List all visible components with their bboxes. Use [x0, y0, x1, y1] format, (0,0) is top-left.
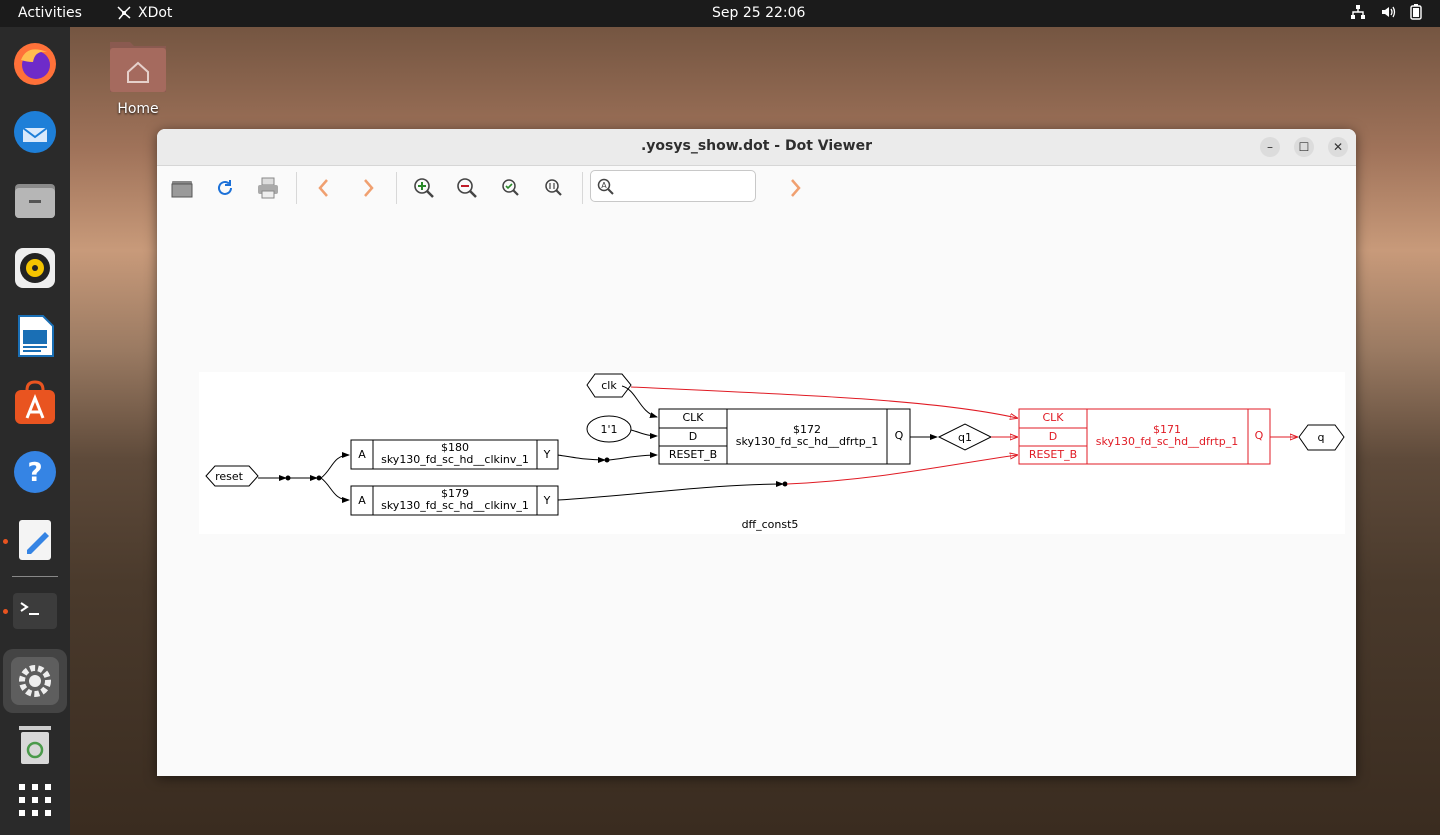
chevron-left-icon	[318, 179, 328, 197]
close-button[interactable]: ✕	[1328, 137, 1348, 157]
firefox-icon[interactable]	[11, 40, 59, 88]
cell-171-port-reset: RESET_B	[1029, 448, 1077, 461]
print-button[interactable]	[254, 174, 282, 202]
volume-icon	[1382, 6, 1396, 18]
open-file-button[interactable]	[168, 174, 196, 202]
dock: ?	[0, 27, 70, 835]
toolbar: A	[157, 166, 1356, 210]
home-folder-label: Home	[117, 101, 159, 117]
zoom-out-button[interactable]	[453, 174, 481, 202]
cell-172-port-d: D	[689, 430, 697, 443]
toolbar-separator	[396, 172, 397, 204]
search-icon: A	[597, 178, 614, 195]
find-next-button[interactable]	[781, 174, 809, 202]
top-bar: Activities XDot Sep 25 22:06	[0, 0, 1440, 27]
thunderbird-icon[interactable]	[11, 108, 59, 156]
cell-172-port-reset: RESET_B	[669, 448, 717, 461]
reload-icon	[218, 180, 232, 195]
forward-button[interactable]	[354, 174, 382, 202]
rhythmbox-icon[interactable]	[11, 244, 59, 292]
cell-171-port-clk: CLK	[1042, 411, 1064, 424]
cell-179[interactable]: A $179 sky130_fd_sc_hd__clkinv_1 Y	[350, 485, 559, 516]
cell-180[interactable]: A $180 sky130_fd_sc_hd__clkinv_1 Y	[350, 439, 559, 470]
help-icon[interactable]: ?	[11, 448, 59, 496]
toolbar-separator	[582, 172, 583, 204]
title-bar[interactable]: .yosys_show.dot - Dot Viewer – ☐ ✕	[157, 129, 1356, 166]
dot-viewer-window: .yosys_show.dot - Dot Viewer – ☐ ✕ A res…	[157, 129, 1356, 776]
cell-172-type: sky130_fd_sc_hd__dfrtp_1	[736, 435, 878, 448]
cell-180-port-a: A	[358, 448, 366, 461]
zoom-fit-icon	[502, 179, 519, 196]
cell-172-port-q: Q	[895, 429, 904, 442]
svg-text:?: ?	[27, 458, 42, 488]
reset-port-label: reset	[215, 470, 244, 483]
q-port[interactable]: q	[1298, 424, 1345, 451]
folder-open-icon	[171, 181, 193, 198]
clk-port[interactable]: clk	[586, 373, 632, 398]
settings-icon[interactable]	[3, 649, 67, 713]
clk-port-label: clk	[601, 379, 617, 392]
clock[interactable]: Sep 25 22:06	[712, 5, 805, 21]
app-name: XDot	[138, 5, 173, 21]
graph-caption: dff_const5	[742, 518, 799, 531]
cell-179-port-a: A	[358, 494, 366, 507]
show-apps-icon[interactable]	[11, 776, 59, 824]
maximize-button[interactable]: ☐	[1294, 137, 1314, 157]
cell-172[interactable]: CLK D RESET_B $172 sky130_fd_sc_hd__dfrt…	[658, 408, 911, 465]
cell-171-port-d: D	[1049, 430, 1057, 443]
zoom-in-button[interactable]	[410, 174, 438, 202]
app-menu[interactable]: XDot	[116, 5, 172, 21]
zoom-original-icon	[545, 179, 562, 196]
cell-180-port-y: Y	[543, 448, 551, 461]
running-indicator	[3, 539, 8, 544]
trash-icon[interactable]	[11, 720, 59, 768]
chevron-right-icon	[364, 179, 374, 197]
cell-171[interactable]: CLK D RESET_B $171 sky130_fd_sc_hd__dfrt…	[1018, 408, 1271, 465]
print-icon	[258, 177, 278, 199]
svg-text:A: A	[601, 181, 607, 190]
cell-179-port-y: Y	[543, 494, 551, 507]
zoom-100-button[interactable]	[540, 174, 568, 202]
cell-179-type: sky130_fd_sc_hd__clkinv_1	[381, 499, 529, 512]
cell-172-port-clk: CLK	[682, 411, 704, 424]
network-icon	[1351, 5, 1365, 19]
window-title: .yosys_show.dot - Dot Viewer	[640, 138, 873, 154]
system-tray[interactable]	[1350, 4, 1422, 20]
files-icon[interactable]	[11, 176, 59, 224]
zoom-out-icon	[457, 178, 477, 198]
dock-separator	[12, 576, 58, 577]
app-center-icon[interactable]	[11, 380, 59, 428]
minimize-button[interactable]: –	[1260, 137, 1280, 157]
cell-180-type: sky130_fd_sc_hd__clkinv_1	[381, 453, 529, 466]
zoom-in-icon	[414, 178, 434, 198]
zoom-fit-button[interactable]	[497, 174, 525, 202]
terminal-icon[interactable]	[11, 587, 59, 635]
toolbar-separator	[296, 172, 297, 204]
home-folder-icon[interactable]	[108, 38, 168, 100]
back-button[interactable]	[310, 174, 338, 202]
xdot-app-icon	[117, 6, 131, 20]
text-editor-icon[interactable]	[11, 516, 59, 564]
cell-171-port-q: Q	[1255, 429, 1264, 442]
q-port-label: q	[1318, 431, 1325, 444]
libreoffice-writer-icon[interactable]	[11, 312, 59, 360]
chevron-right-icon	[791, 179, 801, 197]
running-indicator	[3, 609, 8, 614]
const-node[interactable]: 1'1	[586, 415, 632, 443]
cell-171-type: sky130_fd_sc_hd__dfrtp_1	[1096, 435, 1238, 448]
battery-icon	[1410, 4, 1422, 20]
wire-q1-label: q1	[958, 431, 972, 444]
activities-button[interactable]: Activities	[18, 5, 82, 21]
reset-port[interactable]: reset	[205, 465, 259, 487]
graph-canvas[interactable]: reset clk 1'1 A $180 sky130_fd_sc_hd__cl…	[157, 210, 1356, 776]
const-node-label: 1'1	[600, 423, 617, 436]
reload-button[interactable]	[211, 174, 239, 202]
